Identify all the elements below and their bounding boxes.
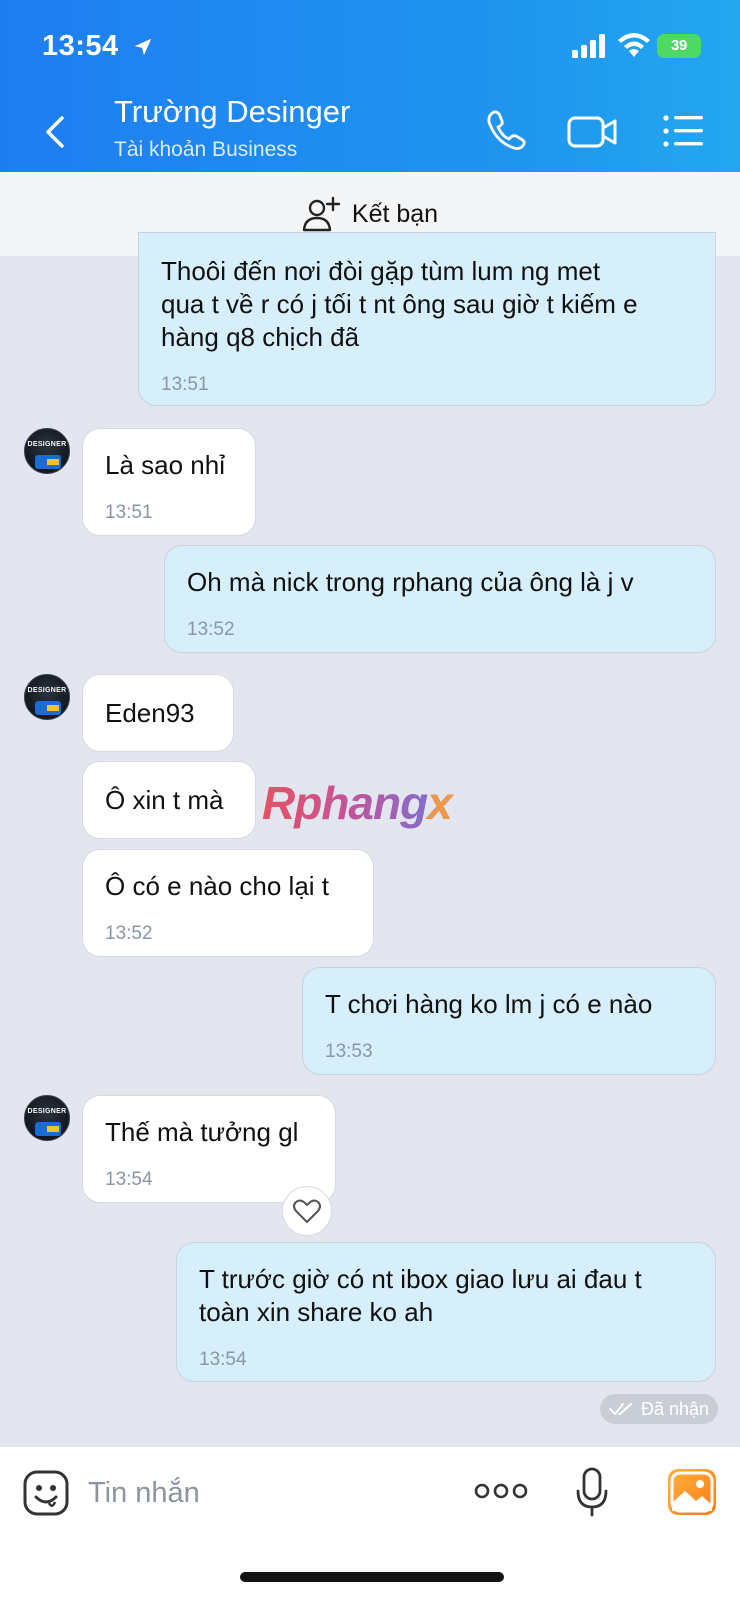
message-text: toàn xin share ko ah — [199, 1297, 434, 1327]
avatar-text: DESIGNER — [27, 687, 67, 694]
message-bubble-sent[interactable]: Thoôi đến nơi đòi gặp tùm lum ng met qua… — [138, 232, 716, 406]
contact-subtitle: Tài khoản Business — [114, 138, 298, 161]
message-bubble-received[interactable]: Ô xin t mà — [82, 761, 256, 839]
received-status-label: Đã nhận — [640, 1398, 710, 1419]
message-input[interactable] — [88, 1473, 448, 1513]
message-text: Oh mà nick trong rphang của ông là j v — [187, 567, 634, 597]
wifi-icon — [618, 33, 650, 57]
message-time: 13:51 — [161, 374, 209, 395]
watermark-text: Rphang — [262, 777, 428, 829]
battery-level: 39 — [670, 37, 688, 54]
message-text: qua t về r có j tối t nt ông sau giờ t k… — [161, 289, 638, 319]
watermark-logo: Rphangx — [262, 776, 453, 830]
photo-gallery-button[interactable] — [668, 1469, 716, 1515]
heart-icon — [293, 1199, 321, 1223]
message-text: Thoôi đến nơi đòi gặp tùm lum ng met — [161, 256, 601, 286]
message-text: hàng q8 chịch đã — [161, 322, 360, 352]
message-text: T trước giờ có nt ibox giao lưu ai đau t — [199, 1264, 642, 1294]
phone-call-button[interactable] — [484, 108, 528, 152]
message-bubble-received[interactable]: Ô có e nào cho lại t 13:52 — [82, 849, 374, 957]
signal-icon — [572, 34, 605, 58]
message-time: 13:51 — [105, 502, 153, 523]
avatar-text: DESIGNER — [27, 1108, 67, 1115]
message-bubble-received[interactable]: Là sao nhỉ 13:51 — [82, 428, 256, 536]
double-check-icon — [608, 1403, 632, 1415]
more-options-button[interactable] — [474, 1479, 528, 1503]
add-friend-label: Kết bạn — [351, 199, 439, 228]
contact-avatar[interactable]: DESIGNER — [24, 674, 70, 720]
avatar-text: DESIGNER — [27, 441, 67, 448]
message-time: 13:54 — [105, 1169, 153, 1190]
message-text: Eden93 — [105, 698, 195, 728]
message-time: 13:52 — [105, 923, 153, 944]
watermark-accent: x — [427, 777, 453, 829]
contact-name[interactable]: Trường Desinger — [114, 94, 350, 130]
location-arrow-icon — [134, 38, 152, 56]
message-text: Là sao nhỉ — [105, 450, 225, 480]
message-text: Ô xin t mà — [105, 785, 224, 815]
message-text: Thế mà tưởng gl — [105, 1117, 299, 1147]
message-time: 13:54 — [199, 1349, 247, 1370]
contact-avatar[interactable]: DESIGNER — [24, 1095, 70, 1141]
microphone-button[interactable] — [574, 1467, 610, 1517]
emoji-sticker-button[interactable] — [22, 1469, 70, 1517]
received-status-badge: Đã nhận — [600, 1394, 718, 1424]
menu-list-button[interactable] — [662, 112, 704, 150]
message-bubble-sent[interactable]: Oh mà nick trong rphang của ông là j v 1… — [164, 545, 716, 653]
react-heart-button[interactable] — [282, 1186, 332, 1236]
message-text: Ô có e nào cho lại t — [105, 871, 330, 901]
message-time: 13:52 — [187, 619, 235, 640]
home-indicator[interactable] — [240, 1572, 504, 1582]
message-bubble-sent[interactable]: T trước giờ có nt ibox giao lưu ai đau t… — [176, 1242, 716, 1382]
battery-indicator: 39 — [657, 34, 701, 58]
message-text: T chơi hàng ko lm j có e nào — [325, 989, 653, 1019]
message-bubble-sent[interactable]: T chơi hàng ko lm j có e nào 13:53 — [302, 967, 716, 1075]
message-time: 13:53 — [325, 1041, 373, 1062]
add-friend-icon — [302, 196, 341, 232]
image-icon — [670, 1471, 714, 1513]
chat-header: 13:54 39 Trường Desinger Tài khoản Busin… — [0, 0, 740, 172]
message-bubble-received[interactable]: Eden93 — [82, 674, 234, 752]
contact-avatar[interactable]: DESIGNER — [24, 428, 70, 474]
status-time: 13:54 — [42, 30, 119, 62]
video-call-button[interactable] — [567, 112, 619, 152]
back-button[interactable] — [40, 112, 70, 152]
